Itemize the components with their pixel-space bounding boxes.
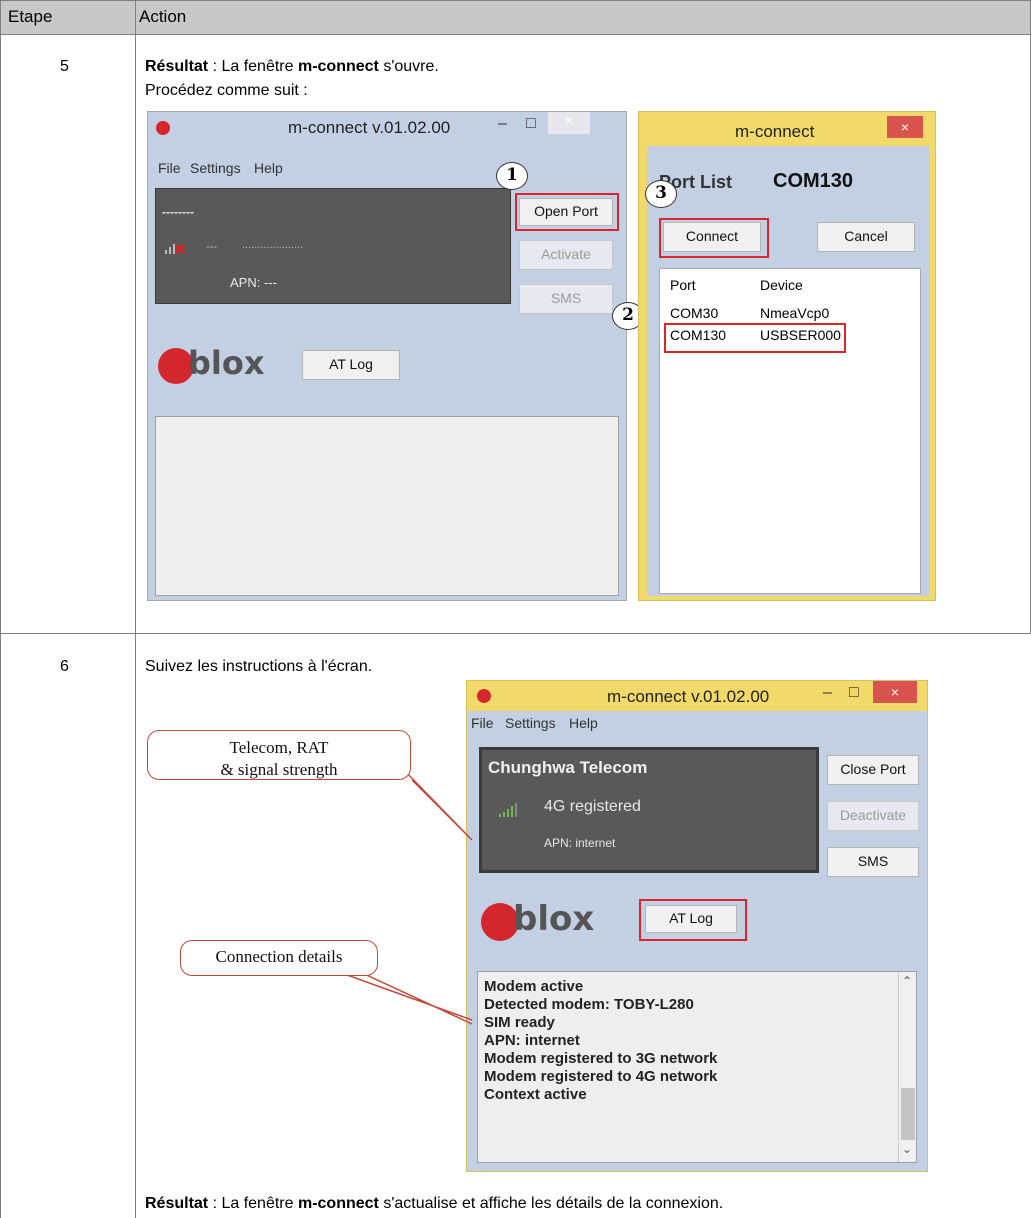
- callout-connection: Connection details: [180, 940, 378, 976]
- callout-telecom-line1: Telecom, RAT: [229, 738, 329, 757]
- result-line: Résultat : La fenêtre m-connect s'actual…: [145, 1193, 723, 1215]
- callout-pointers: [299, 765, 473, 1025]
- callout-telecom-line2: & signal strength: [220, 760, 338, 779]
- callout-telecom: Telecom, RAT & signal strength: [147, 730, 411, 780]
- result-label: Résultat: [145, 1195, 209, 1212]
- result-app-name: m-connect: [297, 1195, 379, 1212]
- result-text: : La fenêtre: [208, 1195, 298, 1212]
- result-text: s'actualise et affiche les détails de la…: [378, 1195, 724, 1212]
